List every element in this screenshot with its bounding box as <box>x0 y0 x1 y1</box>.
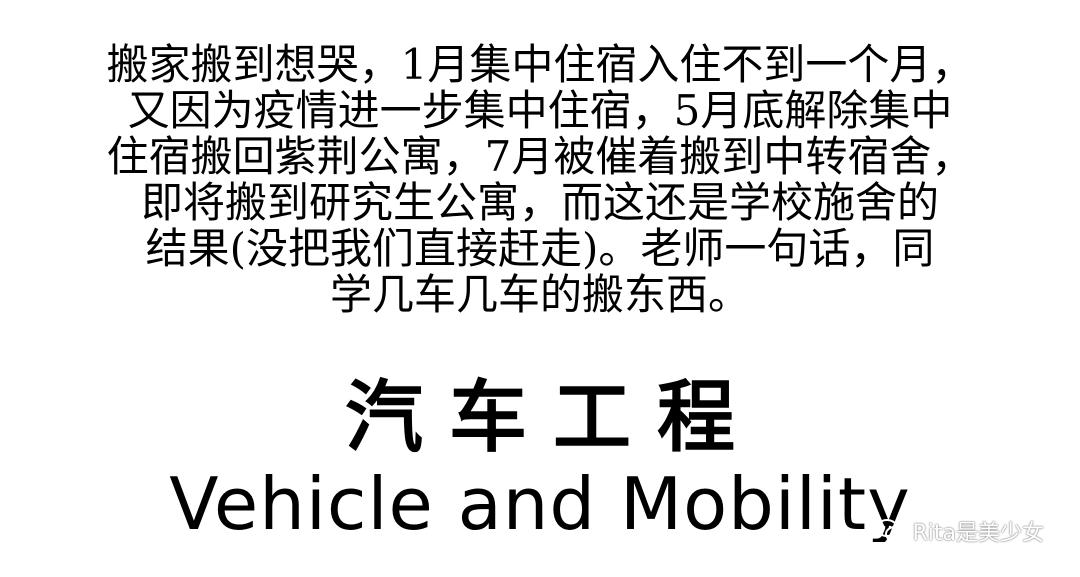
paragraph-line: 又因为疫情进一步集中住宿，5月底解除集中 <box>127 86 953 135</box>
wechat-icon <box>876 519 906 542</box>
watermark-text: Rita是美少女 <box>912 521 1044 546</box>
watermark: Rita是美少女 <box>876 515 1044 547</box>
paragraph-line: 结果(没把我们直接赶走)。老师一句话，同 <box>145 224 935 273</box>
body-paragraph: 搬家搬到想哭，1月集中住宿入住不到一个月， 又因为疫情进一步集中住宿，5月底解除… <box>0 42 1080 318</box>
paragraph-line: 即将搬到研究生公寓，而这还是学校施舍的 <box>140 178 939 227</box>
paragraph-line: 住宿搬回紫荆公寓，7月被催着搬到中转宿舍， <box>106 132 974 181</box>
heading-chinese: 汽车工程 <box>344 373 761 463</box>
paragraph-line: 搬家搬到想哭，1月集中住宿入住不到一个月， <box>106 40 974 89</box>
paragraph-line: 学几车几车的搬东西。 <box>329 270 750 319</box>
